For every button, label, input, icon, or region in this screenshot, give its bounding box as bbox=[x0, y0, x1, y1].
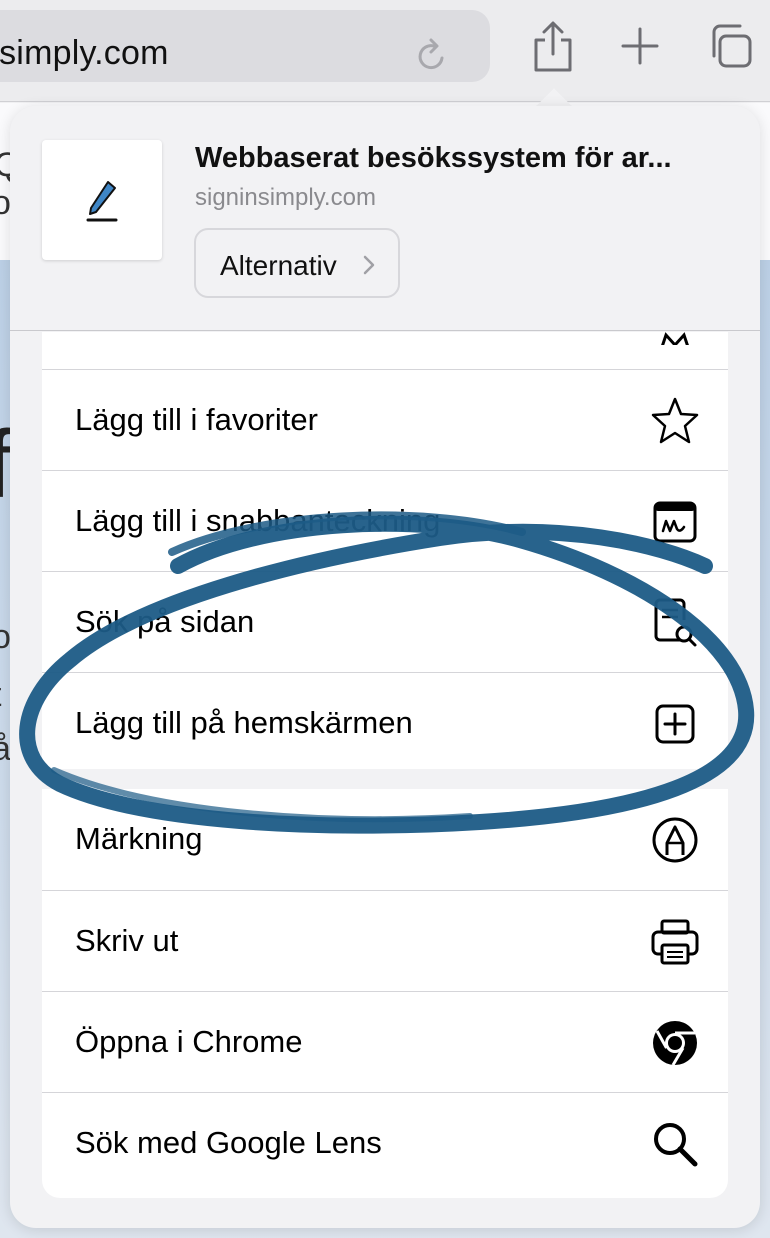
google-lens-icon bbox=[654, 1123, 698, 1167]
printer-icon bbox=[651, 919, 699, 965]
truncated-action-icon bbox=[661, 332, 689, 345]
pen-logo-icon bbox=[86, 181, 118, 222]
menu-item-markup[interactable]: Märkning bbox=[42, 789, 728, 890]
menu-item-label: Öppna i Chrome bbox=[75, 1024, 303, 1059]
popover-arrow bbox=[534, 84, 574, 108]
browser-toolbar: nsimply.com bbox=[0, 0, 770, 102]
section-separator bbox=[42, 769, 728, 789]
add-to-home-icon bbox=[655, 704, 695, 744]
menu-item-label: Märkning bbox=[75, 821, 203, 856]
share-icon[interactable] bbox=[530, 20, 576, 74]
options-label: Alternativ bbox=[220, 250, 337, 281]
page-title: Webbaserat besökssystem för ar... bbox=[195, 142, 672, 174]
share-sheet: Webbaserat besökssystem för ar... signin… bbox=[10, 106, 760, 1228]
menu-item-print[interactable]: Skriv ut bbox=[42, 890, 728, 991]
new-tab-icon[interactable] bbox=[618, 24, 662, 68]
menu-item-label: Lägg till i favoriter bbox=[75, 402, 318, 437]
menu-item-open-in-chrome[interactable]: Öppna i Chrome bbox=[42, 991, 728, 1092]
menu-item-label: Skriv ut bbox=[75, 923, 179, 958]
menu-item-google-lens[interactable]: Sök med Google Lens bbox=[42, 1092, 728, 1198]
menu-item-label: Lägg till på hemskärmen bbox=[75, 705, 413, 740]
menu-item-label: Sök med Google Lens bbox=[75, 1125, 382, 1160]
menu-item-quick-note[interactable]: Lägg till i snabbanteckning bbox=[42, 470, 728, 571]
share-sheet-header: Webbaserat besökssystem för ar... signin… bbox=[10, 106, 760, 331]
star-icon bbox=[651, 397, 699, 444]
find-on-page-icon bbox=[654, 598, 697, 647]
list-item[interactable] bbox=[42, 332, 728, 369]
menu-item-add-favorites[interactable]: Lägg till i favoriter bbox=[42, 369, 728, 470]
address-bar[interactable]: nsimply.com bbox=[0, 10, 490, 82]
markup-icon bbox=[652, 817, 698, 863]
menu-item-label: Lägg till i snabbanteckning bbox=[75, 503, 441, 538]
page-domain: signinsimply.com bbox=[195, 184, 376, 211]
tabs-icon[interactable] bbox=[706, 22, 754, 70]
url-text: nsimply.com bbox=[0, 34, 169, 72]
chevron-right-icon bbox=[363, 255, 375, 275]
site-thumbnail bbox=[42, 140, 162, 260]
quick-note-icon bbox=[653, 501, 697, 543]
chrome-icon bbox=[653, 1021, 697, 1066]
options-button[interactable]: Alternativ bbox=[194, 228, 400, 298]
background-text-fragment: t bbox=[0, 676, 1, 715]
share-actions-list: Lägg till i favoriter Lägg till i snabba… bbox=[42, 332, 728, 1198]
menu-item-add-to-home-screen[interactable]: Lägg till på hemskärmen bbox=[42, 672, 728, 773]
menu-item-label: Sök på sidan bbox=[75, 604, 255, 639]
menu-item-find-on-page[interactable]: Sök på sidan bbox=[42, 571, 728, 672]
reload-icon[interactable] bbox=[414, 36, 450, 76]
